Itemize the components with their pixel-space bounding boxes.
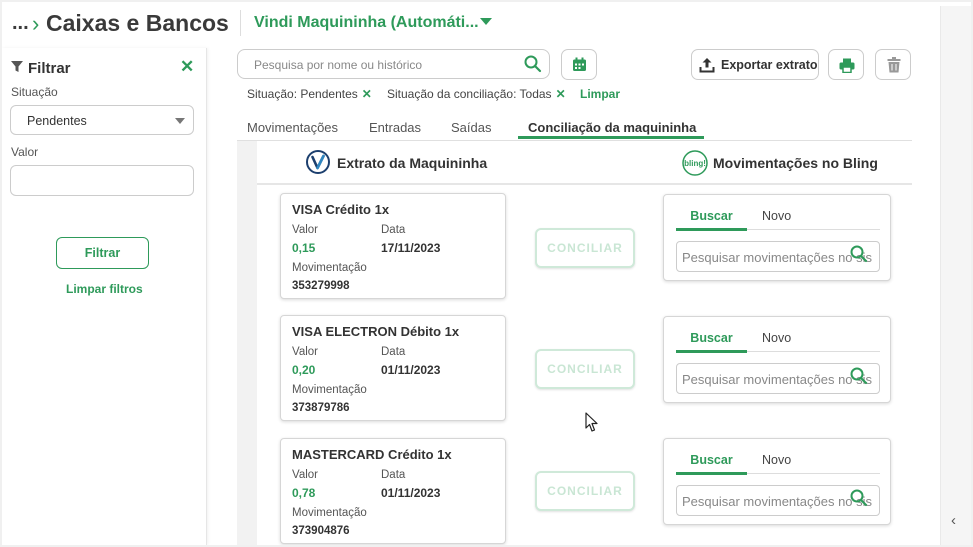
vindi-logo-icon: [306, 150, 330, 174]
active-tab-indicator: [676, 350, 747, 353]
bling-logo-text: bling!: [684, 159, 706, 168]
valor-label: Valor: [11, 145, 39, 159]
data-label: Data: [381, 469, 406, 481]
caret-down-icon[interactable]: [480, 18, 492, 25]
column-divider: [257, 183, 912, 185]
transaction-card: VISA ELECTRON Débito 1x Valor Data 0,20 …: [280, 315, 506, 421]
valor-label: Valor: [292, 346, 318, 358]
export-label: Exportar extrato: [721, 58, 818, 72]
calendar-icon: [573, 57, 586, 71]
tab-novo[interactable]: Novo: [762, 331, 791, 345]
transaction-card: MASTERCARD Crédito 1x Valor Data 0,78 01…: [280, 438, 506, 544]
active-tab-indicator: [676, 472, 747, 475]
conciliar-button[interactable]: CONCILIAR: [535, 349, 635, 389]
tab-novo[interactable]: Novo: [762, 209, 791, 223]
movimentacao-value: 353279998: [292, 280, 350, 292]
calendar-button[interactable]: [561, 49, 597, 80]
movimentacao-label: Movimentação: [292, 507, 367, 519]
valor-value: 0,15: [292, 241, 316, 255]
page-title: Caixas e Bancos: [46, 10, 229, 36]
situacao-value: Pendentes: [27, 114, 87, 128]
data-label: Data: [381, 346, 406, 358]
tab-buscar[interactable]: Buscar: [676, 331, 747, 345]
account-selector[interactable]: Vindi Maquininha (Automáti...: [254, 14, 479, 32]
chip-conciliacao-label: Situação da conciliação: Todas: [387, 87, 552, 101]
remove-chip-icon[interactable]: ✕: [362, 87, 372, 101]
situacao-select[interactable]: Pendentes: [10, 105, 194, 135]
print-icon: [839, 58, 855, 73]
column-header-extrato: Extrato da Maquininha: [306, 150, 506, 176]
chip-situacao: Situação: Pendentes ✕: [247, 87, 372, 101]
clear-filters-link[interactable]: Limpar filtros: [66, 282, 143, 296]
data-label: Data: [381, 224, 406, 236]
remove-chip-icon[interactable]: ✕: [556, 87, 566, 101]
search-icon[interactable]: [850, 489, 868, 507]
situacao-label: Situação: [11, 85, 58, 99]
search-icon[interactable]: [524, 55, 542, 73]
column-header-bling: bling! Movimentações no Bling: [682, 150, 882, 176]
right-side-panel: [940, 6, 971, 545]
mouse-cursor-icon: [585, 412, 598, 432]
data-value: 01/11/2023: [381, 486, 441, 500]
chip-conciliacao: Situação da conciliação: Todas ✕: [387, 87, 566, 101]
card-title: VISA ELECTRON Débito 1x: [292, 324, 460, 339]
card-title: VISA Crédito 1x: [292, 202, 390, 217]
search-input[interactable]: Pesquisa por nome ou histórico: [237, 49, 550, 79]
valor-label: Valor: [292, 224, 318, 236]
bling-logo-icon: bling!: [682, 150, 708, 176]
tab-buscar[interactable]: Buscar: [676, 453, 747, 467]
valor-label: Valor: [292, 469, 318, 481]
tab-conciliacao-maquininha[interactable]: Conciliação da maquininha: [528, 120, 696, 135]
export-statement-button[interactable]: Exportar extrato: [691, 49, 819, 80]
movimentacao-label: Movimentação: [292, 262, 367, 274]
search-placeholder: Pesquisa por nome ou histórico: [254, 58, 423, 72]
movimentacao-value: 373904876: [292, 525, 350, 537]
bling-match-panel: Buscar Novo Pesquisar movimentações no s…: [663, 194, 891, 281]
movimentacao-value: 373879786: [292, 402, 350, 414]
upload-icon: [699, 58, 715, 73]
chevron-left-icon[interactable]: ‹: [951, 512, 956, 529]
filter-icon: [11, 61, 23, 72]
caret-down-icon: [175, 118, 185, 124]
column-title-bling: Movimentações no Bling: [713, 155, 878, 171]
search-movimentacoes-placeholder: Pesquisar movimentações no sis: [682, 494, 873, 509]
header-divider: [240, 10, 241, 36]
data-value: 17/11/2023: [381, 241, 441, 255]
close-icon[interactable]: ✕: [180, 57, 194, 77]
print-button[interactable]: [828, 49, 864, 80]
conciliar-button[interactable]: CONCILIAR: [535, 228, 635, 268]
tab-movimentacoes[interactable]: Movimentações: [247, 120, 338, 135]
tab-entradas[interactable]: Entradas: [369, 120, 421, 135]
active-tab-indicator: [676, 228, 747, 231]
bling-match-panel: Buscar Novo Pesquisar movimentações no s…: [663, 438, 891, 525]
filtrar-button[interactable]: Filtrar: [56, 237, 149, 269]
chip-situacao-label: Situação: Pendentes: [247, 87, 358, 101]
conciliar-button[interactable]: CONCILIAR: [535, 471, 635, 511]
trash-icon: [887, 57, 901, 73]
app-window: ... › Caixas e Bancos Vindi Maquininha (…: [2, 2, 971, 545]
transaction-card: VISA Crédito 1x Valor Data 0,15 17/11/20…: [280, 193, 506, 299]
search-movimentacoes-placeholder: Pesquisar movimentações no sis: [682, 250, 873, 265]
tab-saidas[interactable]: Saídas: [451, 120, 491, 135]
delete-button[interactable]: [875, 49, 911, 80]
active-tab-indicator: [518, 136, 704, 139]
breadcrumb-chevron-icon: ›: [32, 11, 40, 36]
tab-novo[interactable]: Novo: [762, 453, 791, 467]
valor-value: 0,20: [292, 363, 316, 377]
column-title-extrato: Extrato da Maquininha: [337, 155, 488, 171]
card-title: MASTERCARD Crédito 1x: [292, 447, 452, 462]
search-icon[interactable]: [850, 367, 868, 385]
valor-input[interactable]: [10, 165, 194, 196]
search-icon[interactable]: [850, 245, 868, 263]
clear-chips-link[interactable]: Limpar: [580, 87, 620, 101]
filter-title: Filtrar: [28, 60, 71, 77]
breadcrumb-ellipsis[interactable]: ...: [12, 12, 29, 35]
movimentacao-label: Movimentação: [292, 384, 367, 396]
search-movimentacoes-placeholder: Pesquisar movimentações no sis: [682, 372, 873, 387]
bling-match-panel: Buscar Novo Pesquisar movimentações no s…: [663, 316, 891, 403]
filter-sidebar: Filtrar ✕ Situação Pendentes Valor Filtr…: [2, 48, 207, 545]
valor-value: 0,78: [292, 486, 316, 500]
data-value: 01/11/2023: [381, 363, 441, 377]
tab-buscar[interactable]: Buscar: [676, 209, 747, 223]
